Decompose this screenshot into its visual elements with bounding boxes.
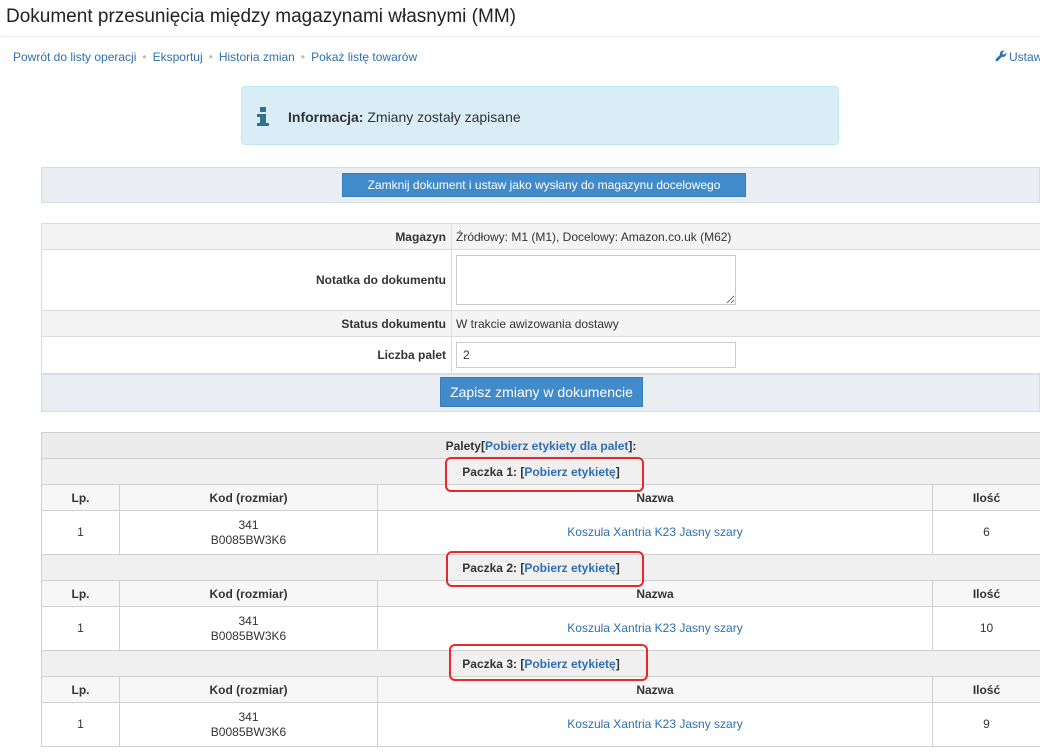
package-title: Paczka 2: <box>462 560 517 575</box>
column-header-name: Nazwa <box>377 484 933 511</box>
close-document-button[interactable]: Zamknij dokument i ustaw jako wysłany do… <box>342 173 746 197</box>
item-qty: 6 <box>932 510 1040 555</box>
change-history-link[interactable]: Historia zmian <box>219 50 295 64</box>
warehouse-row: Magazyn Źródłowy: M1 (M1), Docelowy: Ama… <box>41 223 1040 250</box>
item-code: 341 <box>238 613 259 628</box>
pallets-table: Palety[Pobierz etykiety dla palet]: Pacz… <box>41 432 1040 747</box>
pallets-count-input[interactable] <box>456 342 736 368</box>
column-header-qty: Ilość <box>932 676 1040 703</box>
column-header-qty: Ilość <box>932 484 1040 511</box>
item-lp: 1 <box>41 510 120 555</box>
package-title: Paczka 1: <box>462 464 517 479</box>
pallets-count-cell <box>451 336 1040 374</box>
export-link[interactable]: Eksportuj <box>153 50 203 64</box>
settings-link[interactable]: Ustaw <box>995 50 1040 64</box>
subnav-separator: • <box>142 50 147 64</box>
info-text: Zmiany zostały zapisane <box>363 109 521 125</box>
package-header-row: Paczka 3: [Pobierz etykietę] <box>41 650 1040 677</box>
close-document-bar: Zamknij dokument i ustaw jako wysłany do… <box>41 167 1040 203</box>
status-label: Status dokumentu <box>41 310 452 337</box>
column-header-lp: Lp. <box>41 580 120 607</box>
package-header: Paczka 3: [Pobierz etykietę] <box>41 650 1040 677</box>
item-lp: 1 <box>41 606 120 651</box>
package-link-bracket: ] <box>615 464 620 479</box>
pallets-header-prefix: Palety[ <box>445 438 485 453</box>
item-name-cell: Koszula Xantria K23 Jasny szary <box>377 510 933 555</box>
pallets-header-row: Palety[Pobierz etykiety dla palet]: <box>41 432 1040 459</box>
table-row: 1 341 B0085BW3K6 Koszula Xantria K23 Jasny … <box>41 510 1040 555</box>
download-pallet-labels-link[interactable]: Pobierz etykiety dla palet <box>485 439 628 453</box>
pallets-count-label: Liczba palet <box>41 336 452 374</box>
column-header-code: Kod (rozmiar) <box>119 676 378 703</box>
show-products-link[interactable]: Pokaż listę towarów <box>311 50 417 64</box>
status-value: W trakcie awizowania dostawy <box>451 310 1040 337</box>
column-header-lp: Lp. <box>41 484 120 511</box>
column-header-code: Kod (rozmiar) <box>119 484 378 511</box>
item-name-link[interactable]: Koszula Xantria K23 Jasny szary <box>567 525 742 539</box>
note-textarea[interactable] <box>456 255 736 305</box>
item-qty: 9 <box>932 702 1040 747</box>
package-header: Paczka 1: [Pobierz etykietę] <box>41 458 1040 485</box>
back-to-operations-link[interactable]: Powrót do listy operacji <box>13 50 136 64</box>
item-code: 341 <box>238 709 259 724</box>
package-link-bracket: ] <box>615 656 620 671</box>
pallets-header-suffix: ]: <box>628 438 637 453</box>
table-row: 1 341 B0085BW3K6 Koszula Xantria K23 Jasny … <box>41 702 1040 747</box>
package-link-bracket: ] <box>615 560 620 575</box>
pallets-header: Palety[Pobierz etykiety dla palet]: <box>41 432 1040 459</box>
item-lp: 1 <box>41 702 120 747</box>
item-name-link[interactable]: Koszula Xantria K23 Jasny szary <box>567 621 742 635</box>
table-row: 1 341 B0085BW3K6 Koszula Xantria K23 Jasny … <box>41 606 1040 651</box>
download-package-label-link[interactable]: Pobierz etykietę <box>524 657 615 671</box>
column-header-row: Lp. Kod (rozmiar) Nazwa Ilość <box>41 484 1040 511</box>
item-qty: 10 <box>932 606 1040 651</box>
item-code-size: B0085BW3K6 <box>210 532 287 547</box>
warehouse-label: Magazyn <box>41 223 452 250</box>
note-cell <box>451 249 1040 311</box>
warehouse-value: Źródłowy: M1 (M1), Docelowy: Amazon.co.u… <box>451 223 1040 250</box>
wrench-icon <box>995 50 1007 62</box>
status-row: Status dokumentu W trakcie awizowania do… <box>41 310 1040 337</box>
note-row: Notatka do dokumentu <box>41 249 1040 311</box>
package-header: Paczka 2: [Pobierz etykietę] <box>41 554 1040 581</box>
package-title: Paczka 3: <box>462 656 517 671</box>
item-name-cell: Koszula Xantria K23 Jasny szary <box>377 606 933 651</box>
download-package-label-link[interactable]: Pobierz etykietę <box>524 561 615 575</box>
download-package-label-link[interactable]: Pobierz etykietę <box>524 465 615 479</box>
info-icon <box>257 107 269 126</box>
item-code-cell: 341 B0085BW3K6 <box>119 510 378 555</box>
note-label: Notatka do dokumentu <box>41 249 452 311</box>
item-name-cell: Koszula Xantria K23 Jasny szary <box>377 702 933 747</box>
info-label: Informacja: <box>288 109 364 125</box>
column-header-qty: Ilość <box>932 580 1040 607</box>
page-title: Dokument przesunięcia między magazynami … <box>6 6 516 27</box>
column-header-code: Kod (rozmiar) <box>119 580 378 607</box>
pallets-count-row: Liczba palet <box>41 336 1040 374</box>
subnav-separator: • <box>300 50 306 64</box>
item-code-cell: 341 B0085BW3K6 <box>119 702 378 747</box>
item-code: 341 <box>238 517 259 532</box>
package-header-row: Paczka 1: [Pobierz etykietę] <box>41 458 1040 485</box>
item-code-size: B0085BW3K6 <box>210 628 287 643</box>
subnav: Powrót do listy operacji • Eksportuj • Histo… <box>13 50 417 64</box>
save-document-button[interactable]: Zapisz zmiany w dokumencie <box>440 377 643 407</box>
column-header-lp: Lp. <box>41 676 120 703</box>
item-code-cell: 341 B0085BW3K6 <box>119 606 378 651</box>
item-code-size: B0085BW3K6 <box>210 724 287 739</box>
column-header-row: Lp. Kod (rozmiar) Nazwa Ilość <box>41 676 1040 703</box>
settings-label: Ustaw <box>1009 50 1040 64</box>
column-header-name: Nazwa <box>377 676 933 703</box>
column-header-name: Nazwa <box>377 580 933 607</box>
subnav-separator: • <box>208 50 213 64</box>
save-document-bar: Zapisz zmiany w dokumencie <box>41 374 1040 412</box>
column-header-row: Lp. Kod (rozmiar) Nazwa Ilość <box>41 580 1040 607</box>
document-form: Magazyn Źródłowy: M1 (M1), Docelowy: Ama… <box>41 223 1040 374</box>
info-message: Informacja: Zmiany zostały zapisane <box>288 109 521 125</box>
package-header-row: Paczka 2: [Pobierz etykietę] <box>41 554 1040 581</box>
title-divider <box>0 36 1040 37</box>
item-name-link[interactable]: Koszula Xantria K23 Jasny szary <box>567 717 742 731</box>
info-alert: Informacja: Zmiany zostały zapisane <box>241 86 839 145</box>
